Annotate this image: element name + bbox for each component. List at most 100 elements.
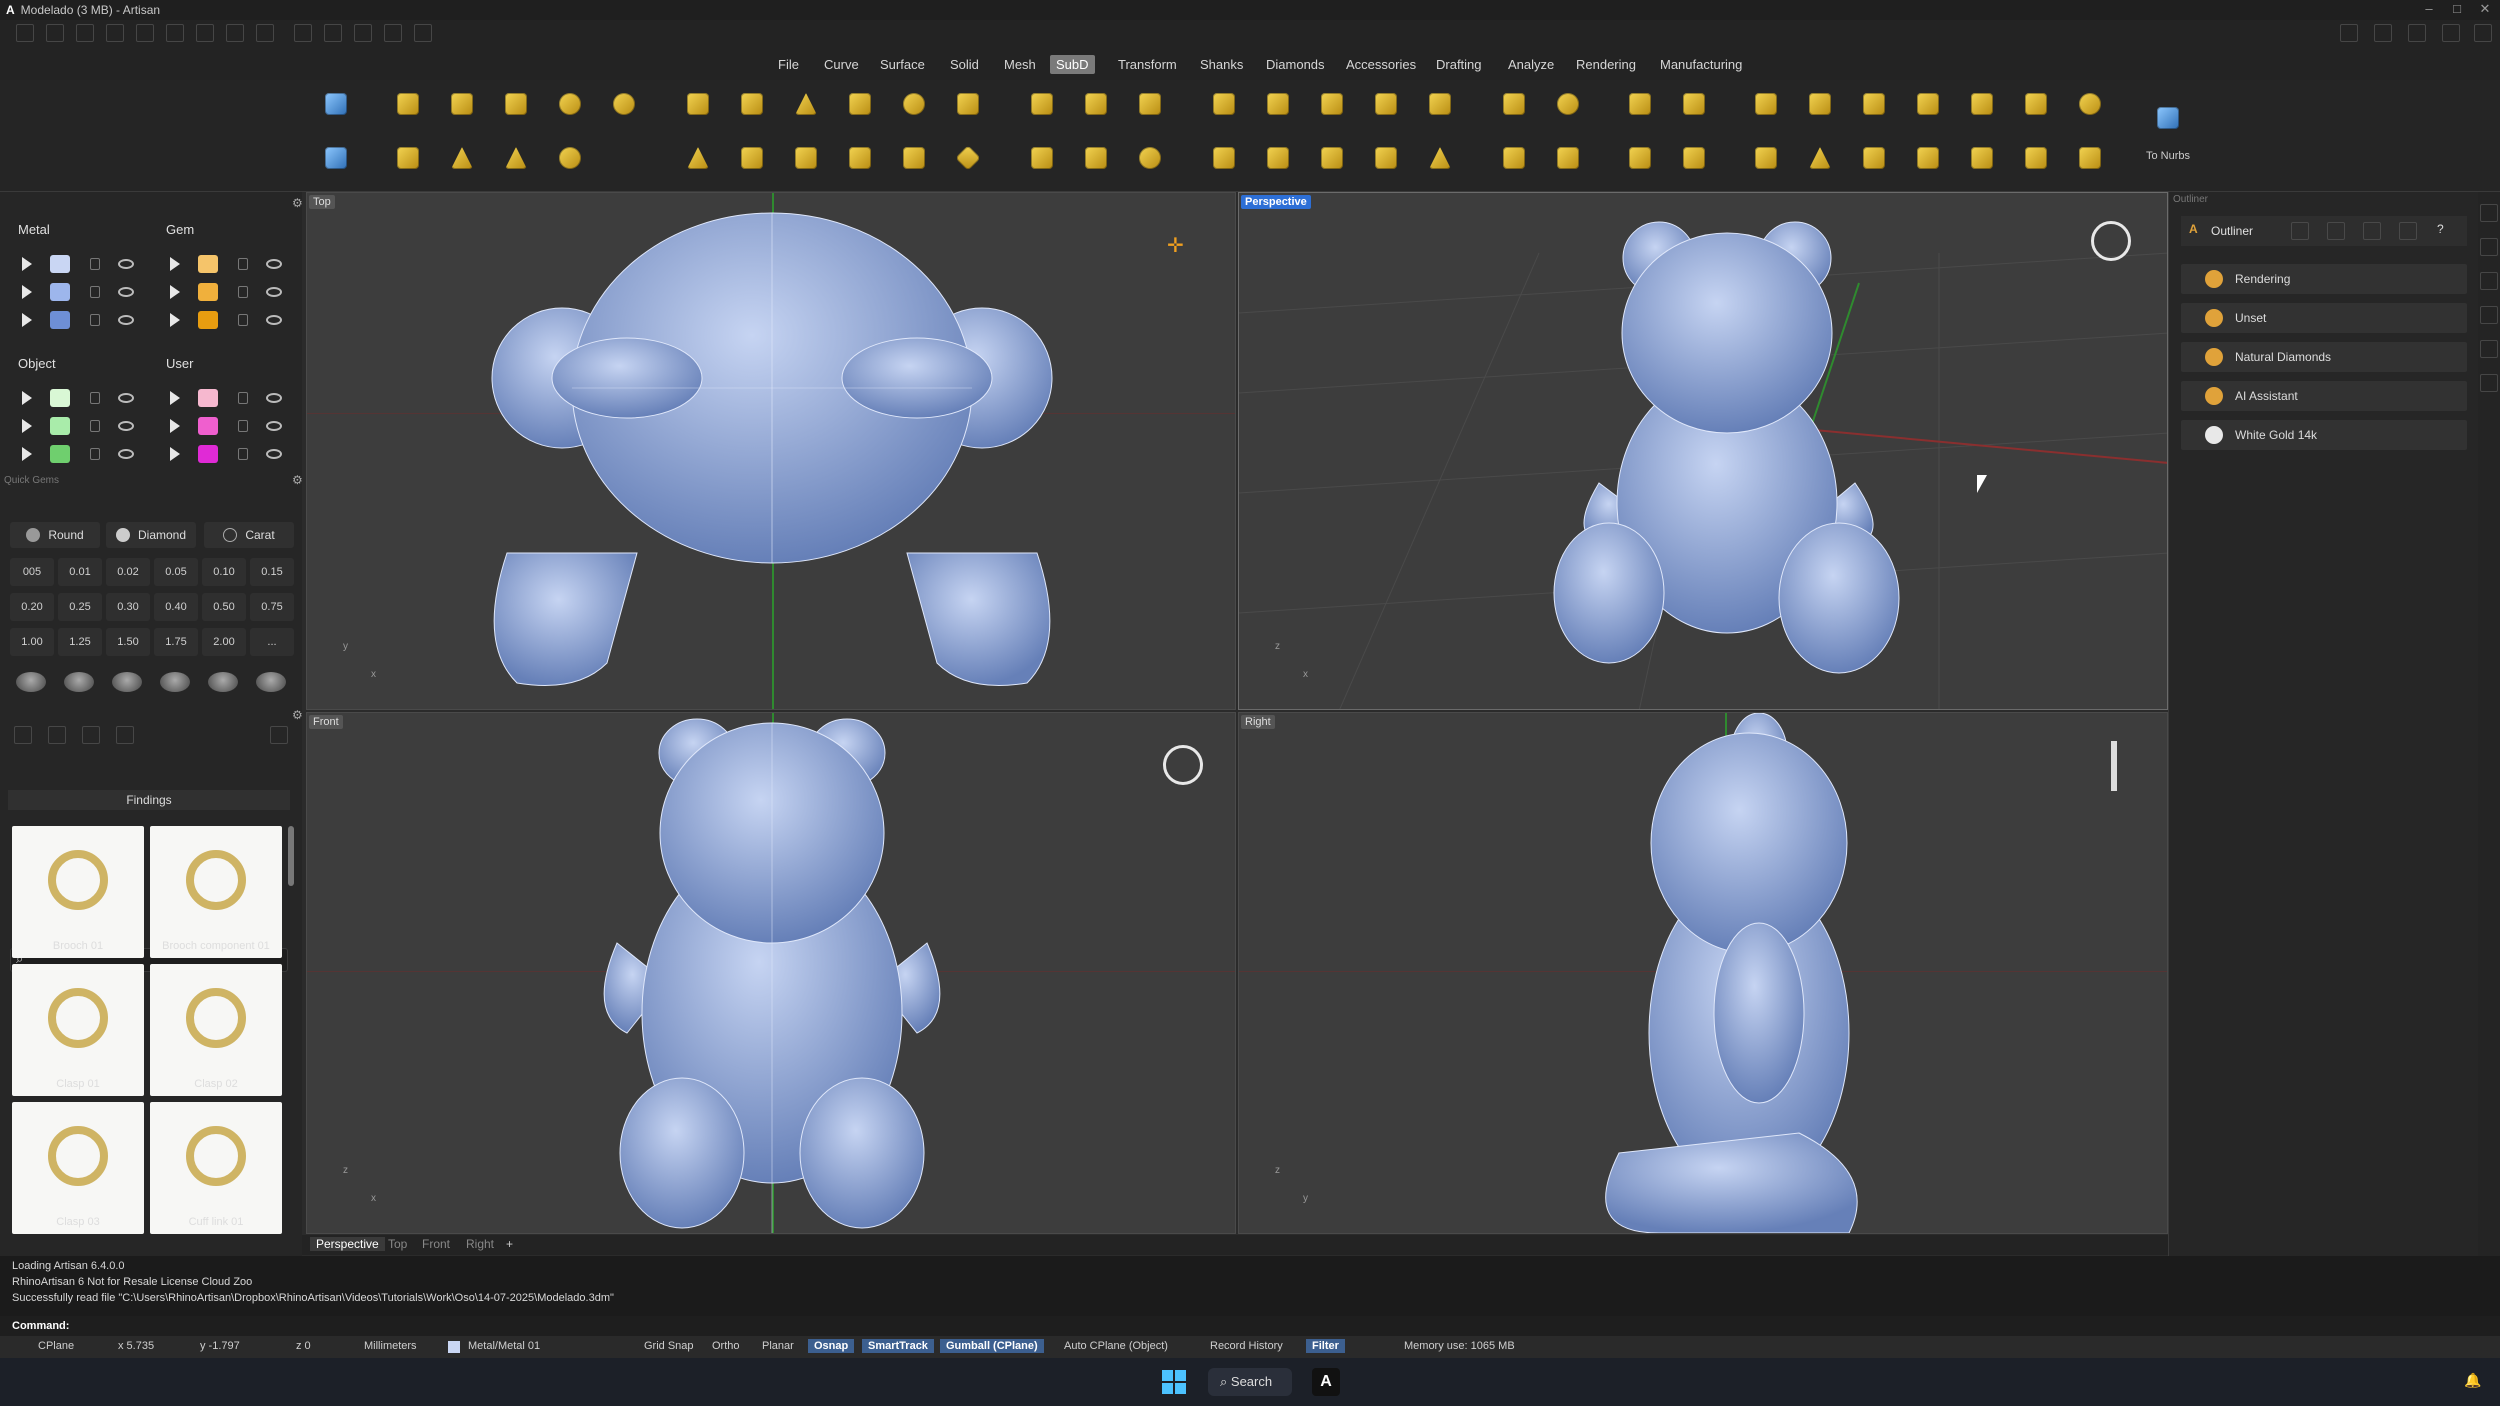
eye-icon[interactable] <box>266 315 282 325</box>
outliner-row[interactable]: AI Assistant <box>2181 381 2467 411</box>
maximize-button[interactable]: □ <box>2448 1 2466 19</box>
subd-slide-icon[interactable] <box>1258 84 1298 124</box>
subd-pen-icon[interactable] <box>1962 84 2002 124</box>
library-refresh-icon[interactable] <box>270 726 288 744</box>
gem-size-button[interactable]: 0.20 <box>10 593 54 621</box>
subd-table-icon[interactable] <box>1674 138 1714 178</box>
subd-block-icon[interactable] <box>1854 138 1894 178</box>
gem-unit-button[interactable]: Carat <box>204 522 294 548</box>
subd-nodes-icon[interactable] <box>2070 138 2110 178</box>
gem-size-button[interactable]: 0.75 <box>250 593 294 621</box>
balance-icon[interactable] <box>2327 222 2345 240</box>
layer-color-swatch[interactable] <box>50 417 70 435</box>
close-button[interactable]: ✕ <box>2476 1 2494 19</box>
layer-color-swatch[interactable] <box>198 417 218 435</box>
status-toggle-filter[interactable]: Filter <box>1306 1339 1345 1353</box>
gem-size-button[interactable]: 2.00 <box>202 628 246 656</box>
menu-rendering[interactable]: Rendering <box>1570 55 1642 74</box>
library-item[interactable] <box>150 1102 282 1234</box>
library-item[interactable] <box>150 826 282 958</box>
viewport-front[interactable]: Front z x <box>306 712 1236 1234</box>
play-icon[interactable] <box>170 257 180 271</box>
subd-square-icon[interactable] <box>1204 138 1244 178</box>
gem-size-button[interactable]: 0.05 <box>154 558 198 586</box>
play-icon[interactable] <box>170 285 180 299</box>
subd-mirror-icon[interactable] <box>1366 138 1406 178</box>
gem-size-button[interactable]: 1.50 <box>106 628 150 656</box>
library-image-icon[interactable] <box>82 726 100 744</box>
layer-color-swatch[interactable] <box>198 445 218 463</box>
quick-gems-settings-icon[interactable]: ⚙ <box>292 473 303 487</box>
subd-tool-icon[interactable] <box>316 138 356 178</box>
lock-icon[interactable] <box>90 420 100 432</box>
gem-cut-cushion-icon[interactable] <box>112 672 142 692</box>
subd-pipe-icon[interactable] <box>894 84 934 124</box>
gem-cut-pear-icon[interactable] <box>160 672 190 692</box>
library-settings-icon[interactable]: ⚙ <box>292 708 303 722</box>
subd-split-icon[interactable] <box>1366 84 1406 124</box>
ring-preview-icon[interactable] <box>1163 745 1203 785</box>
menu-solid[interactable]: Solid <box>944 55 985 74</box>
layer-color-swatch[interactable] <box>198 389 218 407</box>
gem-size-button[interactable]: 0.02 <box>106 558 150 586</box>
tab-right[interactable]: Right <box>466 1237 494 1251</box>
gem-size-button[interactable]: 0.10 <box>202 558 246 586</box>
subd-ruler-icon[interactable] <box>1494 138 1534 178</box>
panel-tab-4-icon[interactable] <box>2480 306 2498 324</box>
status-toggle-smarttrack[interactable]: SmartTrack <box>862 1339 934 1353</box>
subd-wave-icon[interactable] <box>1420 84 1460 124</box>
menu-analyze[interactable]: Analyze <box>1502 55 1560 74</box>
subd-plane-icon[interactable] <box>442 84 482 124</box>
subd-frame-icon[interactable] <box>1022 138 1062 178</box>
account-icon[interactable] <box>2442 24 2460 42</box>
outliner-row[interactable]: Natural Diamonds <box>2181 342 2467 372</box>
subd-hex3-icon[interactable] <box>1854 84 1894 124</box>
subd-weld-icon[interactable] <box>1494 84 1534 124</box>
status-toggle-ortho[interactable]: Ortho <box>708 1340 744 1352</box>
subd-bridge-icon[interactable] <box>948 84 988 124</box>
library-item[interactable] <box>150 964 282 1096</box>
subd-bevel-icon[interactable] <box>1204 84 1244 124</box>
library-category-dropdown[interactable]: Findings <box>8 790 290 810</box>
gem-size-button[interactable]: 1.00 <box>10 628 54 656</box>
subd-grid-icon[interactable] <box>1076 138 1116 178</box>
layer-color-swatch[interactable] <box>50 311 70 329</box>
gem-shape-button[interactable]: Round <box>10 522 100 548</box>
lock-icon[interactable] <box>238 258 248 270</box>
status-cplane[interactable]: CPlane <box>34 1340 78 1352</box>
cloud-icon[interactable] <box>2408 24 2426 42</box>
subd-cube-icon[interactable] <box>496 84 536 124</box>
subd-array-icon[interactable] <box>1420 138 1460 178</box>
gem-size-button[interactable]: 0.40 <box>154 593 198 621</box>
minimize-button[interactable]: – <box>2420 1 2438 19</box>
network-tool-icon[interactable] <box>414 24 432 42</box>
lock-icon[interactable] <box>238 286 248 298</box>
info-icon[interactable] <box>2374 24 2392 42</box>
eye-icon[interactable] <box>266 259 282 269</box>
layer-color-swatch[interactable] <box>50 283 70 301</box>
lock-icon[interactable] <box>238 392 248 404</box>
subd-sphere-icon[interactable] <box>550 84 590 124</box>
gem-cut-special-icon[interactable] <box>256 672 286 692</box>
eye-icon[interactable] <box>118 449 134 459</box>
subd-cylinder-icon[interactable] <box>388 138 428 178</box>
redo-icon[interactable] <box>166 24 184 42</box>
lock-icon[interactable] <box>238 448 248 460</box>
eye-icon[interactable] <box>266 287 282 297</box>
outliner-row[interactable]: White Gold 14k <box>2181 420 2467 450</box>
subd-fold-icon[interactable] <box>1312 84 1352 124</box>
save-icon[interactable] <box>196 24 214 42</box>
eye-icon[interactable] <box>266 449 282 459</box>
subd-hex2-icon[interactable] <box>1800 84 1840 124</box>
play-icon[interactable] <box>22 419 32 433</box>
eye-icon[interactable] <box>266 421 282 431</box>
gem-size-button[interactable]: 0.15 <box>250 558 294 586</box>
subd-gumball-icon[interactable] <box>1674 84 1714 124</box>
subd-funnel-icon[interactable] <box>1800 138 1840 178</box>
menu-file[interactable]: File <box>772 55 805 74</box>
subd-patch-icon[interactable] <box>732 138 772 178</box>
gem-cut-marquise-icon[interactable] <box>208 672 238 692</box>
subd-ellipsoid-icon[interactable] <box>604 84 644 124</box>
subd-curve-icon[interactable] <box>2016 84 2056 124</box>
layer-color-swatch[interactable] <box>198 283 218 301</box>
